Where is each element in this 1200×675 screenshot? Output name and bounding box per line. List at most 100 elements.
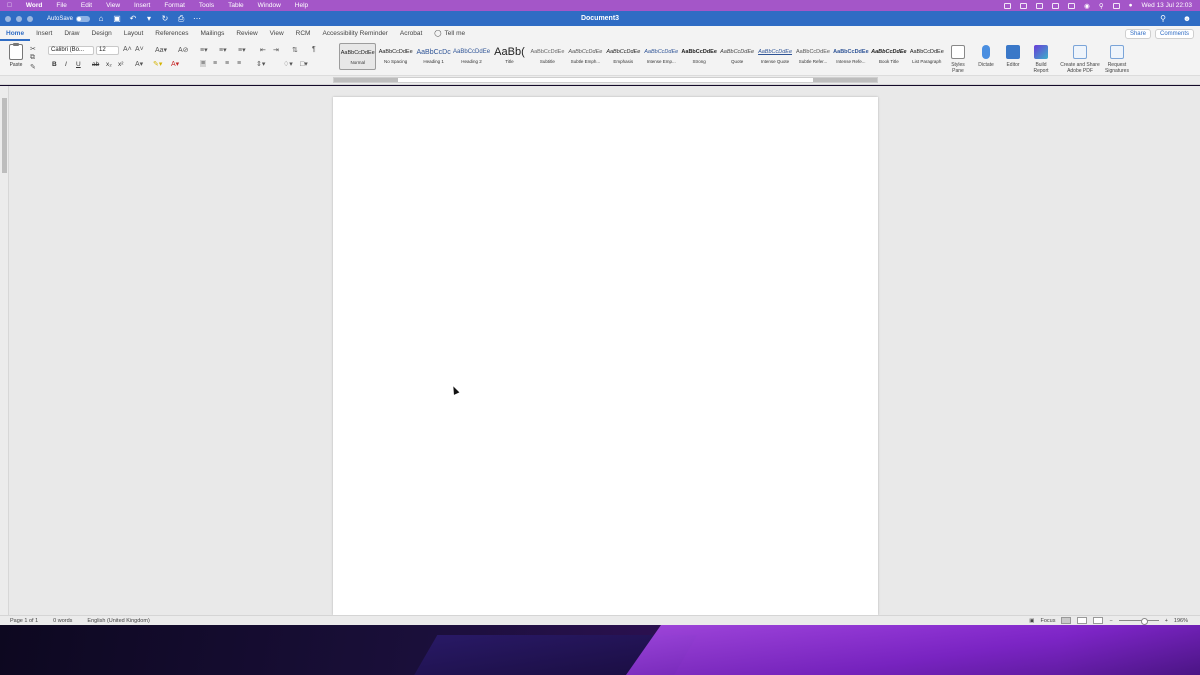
account-icon[interactable]: ☻ [1182, 14, 1192, 24]
request-signatures-button[interactable]: Request Signatures [1103, 45, 1131, 74]
styles-pane-button[interactable]: Styles Pane [948, 45, 968, 74]
style-strong[interactable]: AaBbCcDdEe Strong [680, 43, 717, 70]
style-quote[interactable]: AaBbCcDdEe Quote [718, 43, 755, 70]
focus-button[interactable]: Focus [1041, 618, 1056, 624]
tell-me-box[interactable]: ◯ Tell me [428, 26, 471, 41]
menu-app-name[interactable]: Word [19, 2, 50, 9]
horizontal-ruler[interactable] [0, 76, 1200, 85]
more-icon[interactable]: ⋯ [192, 14, 202, 24]
word-count[interactable]: 0 words [43, 618, 77, 624]
style-no-spacing[interactable]: AaBbCcDdEe No Spacing [377, 43, 414, 70]
tab-references[interactable]: References [149, 26, 194, 41]
show-formatting-icon[interactable]: ¶ [312, 46, 316, 53]
tab-accessibility-reminder[interactable]: Accessibility Reminder [316, 26, 393, 41]
decrease-font-icon[interactable]: A˅ [135, 46, 144, 53]
tab-draw[interactable]: Draw [58, 26, 85, 41]
menu-help[interactable]: Help [288, 2, 315, 9]
tab-acrobat[interactable]: Acrobat [394, 26, 428, 41]
redo-icon[interactable]: ↻ [160, 14, 170, 24]
line-spacing-icon[interactable]: ⇕▾ [256, 60, 265, 68]
battery-icon[interactable] [1068, 2, 1076, 9]
zoom-slider[interactable] [1118, 618, 1159, 625]
close-window-button[interactable] [5, 15, 11, 22]
menu-view[interactable]: View [99, 2, 127, 9]
zoom-out-icon[interactable]: − [1109, 618, 1112, 624]
menu-edit[interactable]: Edit [74, 2, 99, 9]
tab-view[interactable]: View [264, 26, 290, 41]
tab-layout[interactable]: Layout [118, 26, 150, 41]
format-painter-icon[interactable]: ✎ [30, 63, 36, 71]
build-report-button[interactable]: Build Report [1030, 45, 1052, 74]
style-heading-1[interactable]: AaBbCcDc Heading 1 [415, 43, 452, 70]
bold-button[interactable]: B [52, 61, 57, 68]
focus-icon[interactable]: ▣ [1029, 618, 1034, 624]
change-case-icon[interactable]: Aa▾ [155, 46, 167, 54]
style-subtle-emph[interactable]: AaBbCcDdEe Subtle Emph... [567, 43, 604, 70]
save-icon[interactable]: ▣ [112, 14, 122, 24]
menu-insert[interactable]: Insert [127, 2, 157, 9]
shading-icon[interactable]: ♢▾ [283, 60, 293, 68]
menu-file[interactable]: File [49, 2, 73, 9]
dropbox-icon[interactable] [1052, 2, 1060, 9]
bullets-icon[interactable]: ≡▾ [200, 46, 208, 54]
increase-indent-icon[interactable]: ⇥ [273, 46, 279, 54]
autosave-toggle[interactable] [76, 15, 91, 22]
align-left-icon[interactable]: ≡ [200, 60, 207, 67]
zoom-window-button[interactable] [27, 15, 33, 22]
undo-icon[interactable]: ↶ [128, 14, 138, 24]
tab-review[interactable]: Review [230, 26, 263, 41]
strikethrough-button[interactable]: ab [92, 61, 99, 68]
font-color-icon[interactable]: A▾ [171, 60, 179, 68]
italic-button[interactable]: I [65, 61, 67, 68]
font-name-select[interactable]: Calibri (Bo... [48, 46, 94, 55]
menu-table[interactable]: Table [221, 2, 251, 9]
style-intense-quote[interactable]: AaBbCcDdEe Intense Quote [756, 43, 793, 70]
decrease-indent-icon[interactable]: ⇤ [260, 46, 266, 54]
menu-format[interactable]: Format [157, 2, 192, 9]
document-page[interactable] [333, 97, 878, 615]
comments-button[interactable]: Comments [1154, 28, 1194, 39]
outline-view-button[interactable] [1093, 617, 1104, 624]
record-icon[interactable] [1004, 2, 1012, 9]
vertical-ruler[interactable] [0, 86, 9, 615]
style-emphasis[interactable]: AaBbCcDdEe Emphasis [605, 43, 642, 70]
clear-formatting-icon[interactable]: A⊘ [178, 46, 189, 54]
style-book-title[interactable]: AaBbCcDdEe Book Title [870, 43, 907, 70]
style-normal[interactable]: AaBbCcDdEe Normal [339, 43, 377, 70]
tab-home[interactable]: Home [0, 26, 31, 41]
tab-mailings[interactable]: Mailings [195, 26, 231, 41]
superscript-button[interactable]: x² [118, 61, 123, 68]
copy-icon[interactable]: ⧉ [30, 54, 35, 62]
style-list-paragraph[interactable]: AaBbCcDdEe List Paragraph [908, 43, 945, 70]
share-button[interactable]: Share [1124, 28, 1151, 39]
tab-insert[interactable]: Insert [30, 26, 58, 41]
language[interactable]: English (United Kingdom) [77, 618, 154, 624]
clock[interactable]: Wed 13 Jul 22:03 [1142, 2, 1192, 9]
style-subtitle[interactable]: AaBbCcDdEe Subtitle [529, 43, 566, 70]
wifi-icon[interactable]: ◉ [1084, 2, 1090, 10]
zoom-in-icon[interactable]: + [1165, 618, 1168, 624]
airdrop-icon[interactable] [1020, 2, 1028, 9]
zoom-level[interactable]: 196% [1174, 618, 1188, 624]
cut-icon[interactable]: ✂ [30, 45, 36, 53]
tab-design[interactable]: Design [86, 26, 118, 41]
numbering-icon[interactable]: ≡▾ [219, 46, 227, 54]
style-intense-refe[interactable]: AaBbCcDdEe Intense Refe... [832, 43, 869, 70]
search-icon[interactable]: ⚲ [1099, 2, 1104, 10]
subscript-button[interactable]: x₂ [106, 61, 112, 68]
apple-icon[interactable]:  [0, 2, 19, 9]
justify-icon[interactable]: ≡ [237, 60, 241, 67]
dictate-button[interactable]: Dictate [975, 45, 997, 68]
increase-font-icon[interactable]: A˄ [123, 46, 132, 53]
style-title[interactable]: AaBb(Title [491, 43, 528, 70]
menu-window[interactable]: Window [251, 2, 288, 9]
print-icon[interactable]: ⎙ [176, 14, 186, 24]
search-icon[interactable]: ⚲ [1158, 14, 1168, 24]
print-layout-view-button[interactable] [1061, 617, 1072, 624]
align-right-icon[interactable]: ≡ [225, 60, 229, 67]
chevron-down-icon[interactable]: ▾ [144, 14, 154, 24]
multilevel-list-icon[interactable]: ≡▾ [238, 46, 246, 54]
font-size-select[interactable]: 12 [96, 46, 119, 55]
screen-icon[interactable] [1036, 2, 1044, 9]
editor-button[interactable]: Editor [1003, 45, 1023, 68]
